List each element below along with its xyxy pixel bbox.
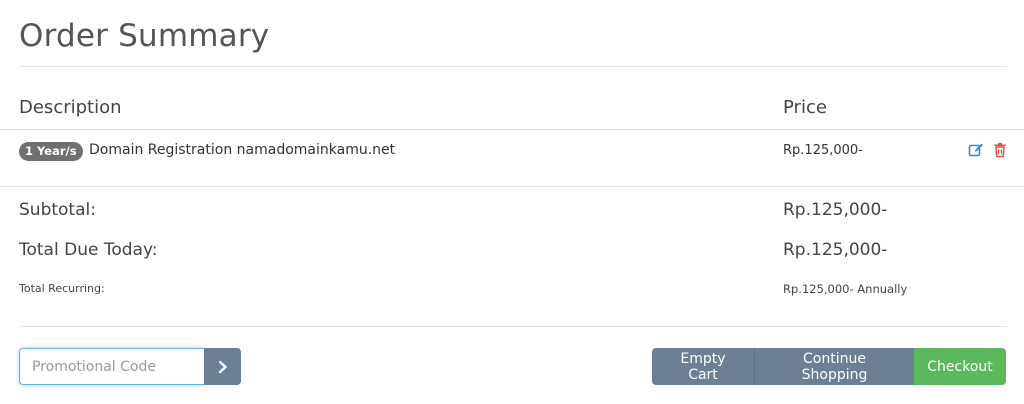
item-description: Domain Registration namadomainkamu.net — [89, 142, 396, 158]
edit-icon[interactable] — [968, 142, 984, 158]
total-due-value: Rp.125,000- — [783, 240, 888, 260]
page-title: Order Summary — [19, 18, 270, 54]
subtotal-label: Subtotal: — [19, 200, 96, 220]
price-column-header: Price — [783, 97, 827, 118]
total-recurring-label: Total Recurring: — [19, 282, 105, 295]
order-summary-panel: Order Summary Description Price 1 Year/s… — [0, 0, 1024, 404]
term-badge: 1 Year/s — [19, 142, 83, 161]
total-due-label: Total Due Today: — [19, 240, 158, 260]
total-recurring-value: Rp.125,000- Annually — [783, 282, 908, 296]
trash-icon[interactable] — [992, 142, 1008, 158]
continue-shopping-button[interactable]: Continue Shopping — [755, 348, 914, 385]
promo-code-group — [19, 348, 241, 385]
subtotal-value: Rp.125,000- — [783, 200, 888, 220]
promo-submit-button[interactable] — [204, 348, 241, 385]
totals-divider — [19, 326, 1007, 327]
promo-code-input[interactable] — [19, 348, 204, 385]
item-price: Rp.125,000- — [783, 143, 863, 158]
empty-cart-button[interactable]: Empty Cart — [652, 348, 755, 385]
title-divider — [19, 66, 1007, 67]
chevron-right-icon — [218, 360, 227, 373]
cart-actions: Empty Cart Continue Shopping Checkout — [652, 348, 1006, 385]
table-row: 1 Year/s Domain Registration namadomaink… — [0, 130, 1024, 186]
checkout-button[interactable]: Checkout — [914, 348, 1006, 385]
description-column-header: Description — [19, 97, 122, 118]
items-divider — [0, 186, 1024, 187]
